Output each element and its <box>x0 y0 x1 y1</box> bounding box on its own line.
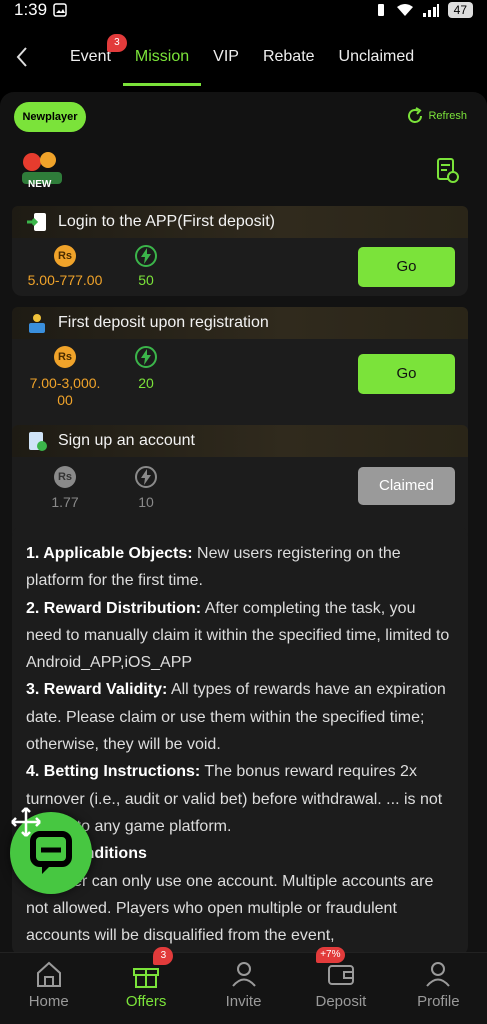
reward-points: 10 <box>138 494 154 510</box>
task-history-button[interactable] <box>437 158 459 184</box>
document-clock-icon <box>437 158 459 183</box>
tab-label: Unclaimed <box>338 48 415 65</box>
reward-points: 20 <box>138 375 154 391</box>
wallet-icon <box>327 965 354 985</box>
nav-deposit[interactable]: +7% Deposit <box>292 947 389 1024</box>
vibrate-icon <box>377 4 384 16</box>
rule-heading: 2. Reward Distribution: <box>26 599 202 617</box>
wifi-icon <box>396 4 413 16</box>
status-bar: 1:39 47 <box>0 0 487 20</box>
task-title: First deposit upon registration <box>58 314 269 331</box>
deposit-bonus-badge: +7% <box>316 947 345 963</box>
refresh-button[interactable]: Refresh <box>406 107 467 125</box>
task-header: First deposit upon registration <box>12 307 468 339</box>
tab-label: Mission <box>134 48 190 65</box>
offers-badge: 3 <box>153 947 174 965</box>
rupee-coin-icon: Rs <box>54 346 76 368</box>
tab-event[interactable]: Event 3 <box>58 32 127 86</box>
nav-offers[interactable]: 3 Offers <box>97 947 194 1024</box>
refresh-icon <box>408 107 423 123</box>
nav-invite[interactable]: Invite <box>195 953 292 1024</box>
nav-label: Offers <box>125 993 167 1010</box>
lightning-icon <box>135 466 157 488</box>
nav-label: Invite <box>225 993 262 1010</box>
tab-label: Event <box>70 48 111 65</box>
photo-icon <box>53 3 67 17</box>
new-player-badge: NEW <box>18 150 66 194</box>
reward-amount-line-1: 7.00-3,000. <box>29 375 101 391</box>
go-button[interactable]: Go <box>358 354 455 394</box>
user-icon <box>426 962 451 987</box>
nav-profile[interactable]: Profile <box>390 953 487 1024</box>
tab-mission[interactable]: Mission <box>122 32 202 86</box>
chevron-left-icon <box>16 46 27 67</box>
people-icon <box>231 962 256 987</box>
rule-heading: 1. Applicable Objects: <box>26 545 193 562</box>
signal-icon <box>422 4 439 17</box>
reward-amount: 1.77 <box>51 494 79 510</box>
move-arrows-icon <box>11 807 41 837</box>
task-card-login-app: Login to the APP(First deposit) Rs 5.00-… <box>12 206 468 296</box>
claimed-button[interactable]: Claimed <box>358 467 455 505</box>
clipboard-check-icon <box>29 432 47 451</box>
nav-home[interactable]: Home <box>0 953 97 1024</box>
lightning-icon <box>135 245 157 267</box>
task-body: Rs 5.00-777.00 50 Go <box>12 238 468 296</box>
wallet-person-icon <box>29 314 45 333</box>
login-arrow-icon <box>27 213 46 231</box>
tab-rebate[interactable]: Rebate <box>251 32 327 86</box>
back-button[interactable] <box>0 44 44 75</box>
refresh-label: Refresh <box>428 110 467 122</box>
nav-label: Profile <box>417 993 460 1010</box>
nav-label: Deposit <box>315 993 367 1010</box>
rupee-coin-icon: Rs <box>54 245 76 267</box>
task-title: Login to the APP(First deposit) <box>58 213 275 230</box>
drag-handle[interactable] <box>10 806 42 838</box>
status-time: 1:39 <box>14 0 48 19</box>
rule-heading: 4. Betting Instructions: <box>26 763 201 781</box>
reward-points: 50 <box>138 272 154 288</box>
reward-amount: 5.00-777.00 <box>27 272 103 288</box>
rule-heading: 3. Reward Validity: <box>26 681 168 699</box>
rule-item: 1. Applicable Objects: New users registe… <box>26 540 454 595</box>
rule-item: 2. Reward Distribution: After completing… <box>26 595 454 677</box>
lightning-icon <box>135 346 157 368</box>
newplayer-filter[interactable]: Newplayer <box>14 102 86 132</box>
tab-vip[interactable]: VIP <box>201 32 251 86</box>
reward-amount: 7.00-3,000. 00 <box>17 375 113 409</box>
nav-label: Home <box>28 993 69 1010</box>
tab-label: VIP <box>213 48 239 65</box>
battery-indicator: 47 <box>447 2 473 18</box>
new-badge-label: NEW <box>28 179 52 190</box>
rupee-coin-icon: Rs <box>54 466 76 488</box>
rule-item: 3. Reward Validity: All types of rewards… <box>26 676 454 758</box>
task-header: Login to the APP(First deposit) <box>12 206 468 238</box>
go-button[interactable]: Go <box>358 247 455 287</box>
tab-unclaimed[interactable]: Unclaimed <box>327 32 427 86</box>
top-nav: Event 3 Mission VIP Rebate Unclaimed <box>0 32 487 86</box>
task-title: Sign up an account <box>58 432 195 449</box>
task-card-first-deposit: First deposit upon registration Rs 7.00-… <box>12 307 468 443</box>
reward-amount-line-2: 00 <box>57 392 73 408</box>
home-icon <box>36 961 61 987</box>
tab-label: Rebate <box>262 48 315 65</box>
bottom-nav: Home 3 Offers Invite +7% Deposit Profile <box>0 947 487 1024</box>
task-header: Sign up an account <box>12 425 468 457</box>
